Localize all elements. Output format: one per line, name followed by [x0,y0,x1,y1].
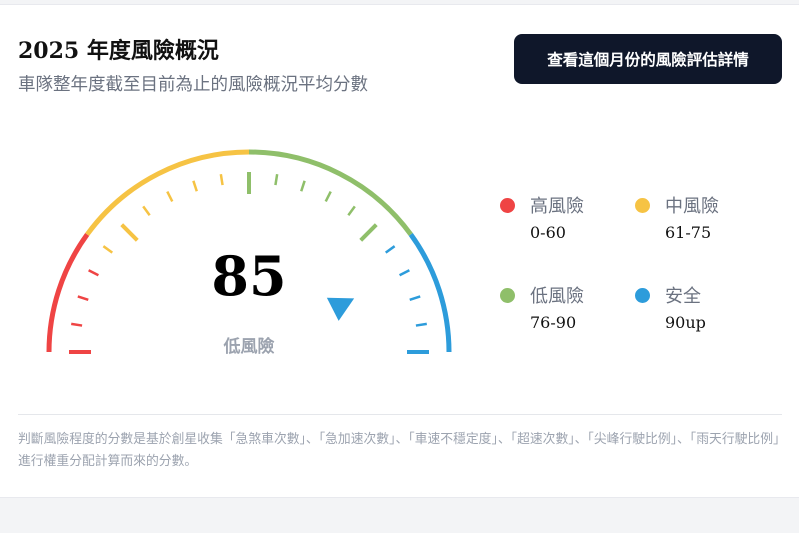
gauge-arc-safe [408,232,452,353]
gauge-arc-high [46,232,90,353]
gauge-minor-tick [102,245,114,254]
legend-name: 高風險 [530,196,584,217]
medium-risk-dot-icon [635,198,650,213]
legend-range: 0-60 [530,223,566,242]
legend-name: 安全 [665,286,701,307]
gauge-minor-tick [88,269,99,277]
safe-dot-icon [635,288,650,303]
legend-range: 76-90 [530,313,577,332]
gauge-minor-tick [142,205,151,217]
legend-name: 低風險 [530,286,584,307]
gauge-minor-tick [399,269,410,277]
gauge-minor-tick [384,245,396,254]
gauge-major-tick [359,223,378,242]
gauge-minor-tick [300,180,306,192]
divider [18,414,782,415]
gauge-minor-tick [71,322,83,327]
gauge-score: 85 [211,244,287,308]
legend-name: 中風險 [665,196,719,217]
gauge-minor-tick [409,295,421,301]
gauge-minor-tick [347,205,356,217]
low-risk-dot-icon [500,288,515,303]
gauge-level-label: 低風險 [223,337,275,357]
gauge-major-tick [120,223,139,242]
gauge-minor-tick [219,174,224,186]
legend-range: 61-75 [665,223,712,242]
legend-range: 90up [665,313,706,332]
view-monthly-detail-button[interactable]: 查看這個月份的風險評估詳情 [514,34,782,84]
gauge-minor-tick [415,322,427,327]
gauge-minor-tick [274,174,279,186]
gauge-minor-tick [77,295,89,301]
score-footnote: 判斷風險程度的分數是基於創星收集「急煞車次數」、「急加速次數」、「車速不穩定度」… [18,432,780,469]
high-risk-dot-icon [500,198,515,213]
gauge-minor-tick [324,191,332,202]
gauge-minor-tick [166,191,174,202]
gauge-minor-tick [192,180,198,192]
